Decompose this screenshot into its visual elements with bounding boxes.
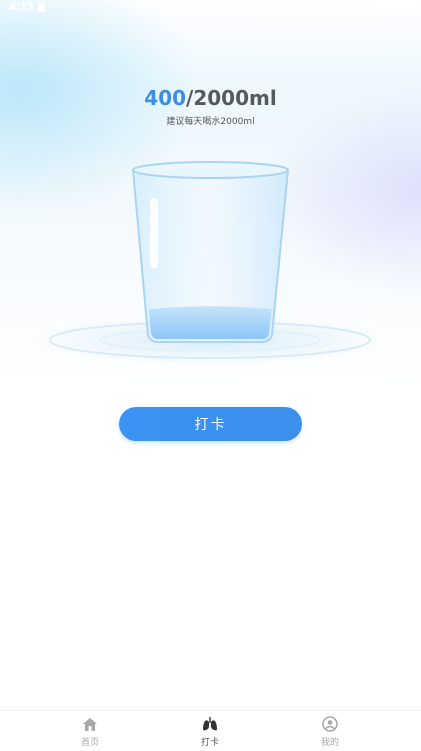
glass-highlight [150,198,158,268]
status-icons [381,3,413,11]
tab-profile[interactable]: 我的 [260,711,400,751]
profile-icon [322,716,338,732]
water-goal-amount: /2000ml [186,86,277,110]
bottom-tab-bar: 首页 打卡 我的 [0,710,421,751]
status-bar: 4:13 [0,0,421,16]
signal-icon [393,3,401,11]
tab-home-label: 首页 [80,738,99,748]
water-suggestion: 建议每天喝水2000ml [166,117,255,127]
status-time: 4:13 [9,2,34,13]
wifi-icon [381,3,389,11]
water-fill [148,306,272,339]
checkin-button[interactable]: 打卡 [119,407,302,441]
tab-checkin[interactable]: 打卡 [140,711,280,751]
tab-profile-label: 我的 [320,738,339,748]
water-cup-illustration [5,161,415,370]
water-progress: 400/2000ml [0,86,421,110]
water-current-amount: 400 [144,86,187,110]
tab-checkin-label: 打卡 [200,738,219,748]
home-icon [83,718,97,731]
tab-home[interactable]: 首页 [20,711,160,751]
cup-rim [132,161,289,179]
document-icon [38,3,45,12]
battery-icon [405,3,413,11]
lungs-icon [203,717,217,731]
